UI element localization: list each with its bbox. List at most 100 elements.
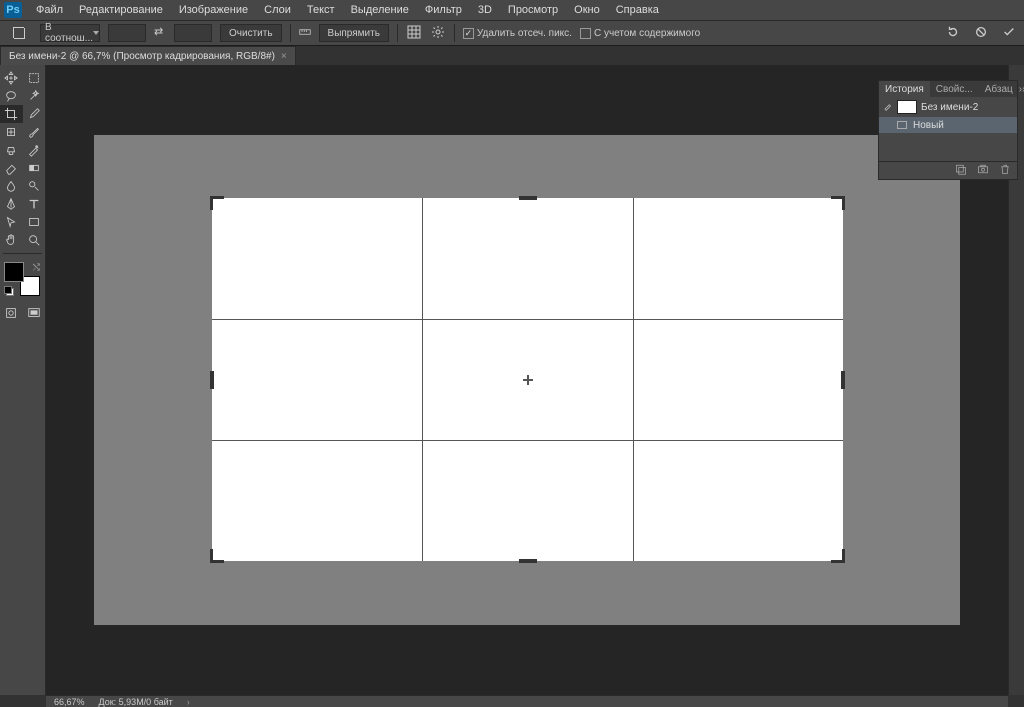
menu-filter[interactable]: Фильтр <box>417 4 470 16</box>
trash-icon[interactable] <box>999 162 1011 180</box>
crop-handle-bl[interactable] <box>210 549 224 563</box>
document-tab[interactable]: Без имени-2 @ 66,7% (Просмотр кадрирован… <box>0 46 296 65</box>
delete-cropped-checkbox[interactable]: Удалить отсеч. пикс. <box>463 28 572 39</box>
reset-crop-icon[interactable] <box>946 25 960 42</box>
ratio-preset-dropdown[interactable]: В соотнош... <box>40 24 100 42</box>
hand-tool[interactable] <box>0 231 23 249</box>
checkbox-checked-icon <box>463 28 474 39</box>
new-document-icon <box>897 121 907 129</box>
document-thumbnail <box>897 100 917 114</box>
crop-handle-tl[interactable] <box>210 196 224 210</box>
chevron-down-icon <box>93 31 99 35</box>
overlay-grid-icon[interactable] <box>406 24 422 43</box>
color-swatches[interactable]: ⤭ <box>4 262 40 296</box>
healing-brush-tool[interactable] <box>0 123 23 141</box>
tab-history[interactable]: История <box>879 81 930 97</box>
options-bar: В соотнош... Очистить Выпрямить Удалить … <box>0 20 1024 45</box>
crop-tool-icon <box>12 26 26 40</box>
pen-tool[interactable] <box>0 195 23 213</box>
workspace <box>46 65 1008 695</box>
gear-icon[interactable] <box>430 24 446 43</box>
panel-tabs: История Свойс... Абзац ›› ≡ <box>879 81 1017 97</box>
menu-image[interactable]: Изображение <box>171 4 256 16</box>
history-step-label: Новый <box>913 120 944 131</box>
crop-handle-top[interactable] <box>519 196 537 200</box>
crop-handle-tr[interactable] <box>831 196 845 210</box>
chevron-right-icon[interactable]: › <box>187 697 190 707</box>
crop-grid-line <box>212 319 843 320</box>
clear-button[interactable]: Очистить <box>220 24 282 42</box>
default-colors-icon[interactable] <box>4 286 14 296</box>
history-document-name: Без имени-2 <box>921 102 978 113</box>
type-tool[interactable] <box>23 195 46 213</box>
straighten-button[interactable]: Выпрямить <box>319 24 389 42</box>
history-brush-tool[interactable] <box>23 141 46 159</box>
menu-bar: Ps Файл Редактирование Изображение Слои … <box>0 0 1024 20</box>
commit-crop-icon[interactable] <box>1002 25 1016 42</box>
history-step[interactable]: Новый <box>879 117 1017 133</box>
delete-cropped-label: Удалить отсеч. пикс. <box>477 28 572 39</box>
dodge-tool[interactable] <box>23 177 46 195</box>
brush-icon <box>883 101 893 114</box>
crop-tool[interactable] <box>0 105 23 123</box>
crop-handle-right[interactable] <box>841 371 845 389</box>
brush-tool[interactable] <box>23 123 46 141</box>
menu-view[interactable]: Просмотр <box>500 4 566 16</box>
crop-width-input[interactable] <box>108 24 146 42</box>
snapshot-icon[interactable] <box>977 162 989 180</box>
document-tab-title: Без имени-2 @ 66,7% (Просмотр кадрирован… <box>9 51 275 62</box>
blur-tool[interactable] <box>0 177 23 195</box>
tab-properties[interactable]: Свойс... <box>930 81 979 97</box>
move-tool[interactable] <box>0 69 23 87</box>
clone-stamp-tool[interactable] <box>0 141 23 159</box>
history-document-row[interactable]: Без имени-2 <box>879 97 1017 117</box>
menu-3d[interactable]: 3D <box>470 4 500 16</box>
magic-wand-tool[interactable] <box>23 87 46 105</box>
create-document-from-state-icon[interactable] <box>955 162 967 180</box>
eraser-tool[interactable] <box>0 159 23 177</box>
path-selection-tool[interactable] <box>0 213 23 231</box>
eyedropper-tool[interactable] <box>23 105 46 123</box>
app-logo: Ps <box>4 2 22 18</box>
zoom-level[interactable]: 66,67% <box>54 697 85 707</box>
crop-handle-bottom[interactable] <box>519 559 537 563</box>
menu-text[interactable]: Текст <box>299 4 343 16</box>
crop-grid-line <box>633 198 634 561</box>
crop-handle-left[interactable] <box>210 371 214 389</box>
content-aware-checkbox[interactable]: С учетом содержимого <box>580 28 700 39</box>
tool-panel: ⤭ <box>0 65 46 695</box>
zoom-tool[interactable] <box>23 231 46 249</box>
swap-colors-icon[interactable]: ⤭ <box>33 262 40 273</box>
quick-mask-mode[interactable] <box>0 304 23 322</box>
collapse-panel-icon[interactable]: ›› <box>1019 84 1024 95</box>
gradient-tool[interactable] <box>23 159 46 177</box>
document-tab-bar: Без имени-2 @ 66,7% (Просмотр кадрирован… <box>0 45 1024 65</box>
crop-handle-br[interactable] <box>831 549 845 563</box>
menu-help[interactable]: Справка <box>608 4 667 16</box>
menu-window[interactable]: Окно <box>566 4 608 16</box>
menu-edit[interactable]: Редактирование <box>71 4 171 16</box>
lasso-tool[interactable] <box>0 87 23 105</box>
crop-height-input[interactable] <box>174 24 212 42</box>
crop-marquee[interactable] <box>212 198 843 561</box>
cancel-crop-icon[interactable] <box>974 25 988 42</box>
divider <box>454 24 455 42</box>
menu-layers[interactable]: Слои <box>256 4 299 16</box>
divider <box>397 24 398 42</box>
ratio-preset-label: В соотнош... <box>45 22 93 44</box>
crop-center-icon <box>523 375 533 385</box>
screen-mode[interactable] <box>23 304 46 322</box>
document-info[interactable]: Док: 5,93M/0 байт <box>99 697 173 707</box>
menu-select[interactable]: Выделение <box>343 4 417 16</box>
shape-tool[interactable] <box>23 213 46 231</box>
close-icon[interactable]: × <box>281 51 287 62</box>
marquee-tool[interactable] <box>23 69 46 87</box>
panel-footer <box>879 161 1017 179</box>
swap-dimensions-icon[interactable] <box>154 27 166 39</box>
foreground-color-swatch[interactable] <box>4 262 24 282</box>
crop-grid-line <box>212 440 843 441</box>
checkbox-unchecked-icon <box>580 28 591 39</box>
divider <box>290 24 291 42</box>
menu-file[interactable]: Файл <box>28 4 71 16</box>
tab-paragraph[interactable]: Абзац <box>979 81 1019 97</box>
